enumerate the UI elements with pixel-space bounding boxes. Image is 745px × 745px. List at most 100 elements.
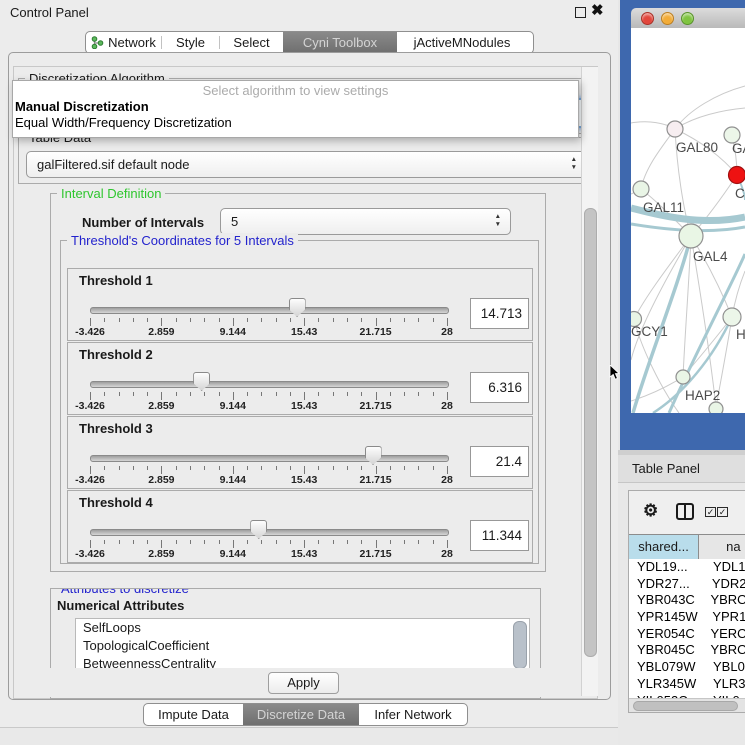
table-cell[interactable]: YDL1 [710,559,745,576]
threshold-row: Threshold 2 -3.4262.8599.14415.4321.7152… [67,342,533,415]
network-node[interactable] [679,224,703,248]
table-cell[interactable]: YBR045C [629,642,707,659]
threshold-slider-thumb[interactable] [289,298,306,317]
combo-arrows-icon: ▲▼ [571,156,577,172]
threshold-slider-track[interactable] [90,307,449,314]
network-node[interactable] [633,181,649,197]
minimize-traffic-light-icon[interactable] [661,12,674,25]
close-traffic-light-icon[interactable] [641,12,654,25]
network-node[interactable] [709,402,723,413]
algorithm-option-equal-width[interactable]: Equal Width/Frequency Discretization [13,115,578,131]
panel-title: Control Panel [10,4,89,22]
threshold-value-input[interactable]: 21.4 [470,446,529,477]
network-node[interactable] [729,167,745,184]
threshold-slider-thumb[interactable] [250,520,267,539]
bottom-tabbar: Impute Data Discretize Data Infer Networ… [143,703,468,726]
column-header-shared-name[interactable]: shared... [629,535,699,559]
table-cell[interactable]: YLR3 [710,676,745,693]
table-row[interactable]: YLR345WYLR3 [629,676,745,693]
threshold-value-input[interactable]: 6.316 [470,372,529,403]
threshold-tick-label: -3.426 [62,474,118,486]
apply-button[interactable]: Apply [268,672,339,694]
table-cell[interactable]: YBRO [707,592,745,609]
threshold-row: Threshold 1 -3.4262.8599.14415.4321.7152… [67,268,533,341]
table-cell[interactable]: YPR1 [709,609,745,626]
threshold-slider-track[interactable] [90,455,449,462]
threshold-tick-label: 28 [419,326,475,338]
tab-infer-network[interactable]: Infer Network [359,704,467,725]
panel-scrollbar-thumb[interactable] [584,208,597,657]
algorithm-option-manual[interactable]: Manual Discretization [13,99,578,115]
threshold-tick-label: -3.426 [62,548,118,560]
threshold-tick-label: 21.715 [348,548,404,560]
table-row[interactable]: YDR27...YDR2 [629,576,745,593]
table-data-combobox[interactable]: galFiltered.sif default node ▲▼ [26,151,587,178]
table-cell[interactable]: YBL079W [629,659,710,676]
number-of-intervals-value: 5 [221,214,238,229]
table-row[interactable]: YPR145WYPR1 [629,609,745,626]
checkbox-icon[interactable]: ✓ [705,507,716,517]
threshold-tick-label: 9.144 [205,400,261,412]
threshold-label: Threshold 3 [79,421,153,436]
threshold-slider-track[interactable] [90,529,449,536]
tab-network[interactable]: Network [86,32,161,53]
table-cell[interactable]: YBL0 [710,659,745,676]
attribute-list-item[interactable]: TopologicalCoefficient [76,637,529,655]
table-cell[interactable]: YDL19... [629,559,710,576]
network-node[interactable] [667,121,683,137]
table-rows[interactable]: YDL19...YDL1YDR27...YDR2YBR043CYBROYPR14… [629,559,745,698]
table-cell[interactable]: YDR27... [629,576,709,593]
table-row[interactable]: YDL19...YDL1 [629,559,745,576]
threshold-value-input[interactable]: 14.713 [470,298,529,329]
network-canvas[interactable]: GAL80GACGAL11GAL4GCY1HAHAP2 [631,28,745,413]
table-row[interactable]: YBL079WYBL0 [629,659,745,676]
attribute-list-item[interactable]: SelfLoops [76,619,529,637]
float-window-icon[interactable] [575,7,586,18]
threshold-tick-label: 15.43 [276,326,332,338]
threshold-tick-label: 28 [419,400,475,412]
threshold-slider-thumb[interactable] [193,372,210,391]
tab-impute-data[interactable]: Impute Data [144,704,243,725]
tab-style[interactable]: Style [162,32,219,53]
gear-icon[interactable]: ⚙ [643,501,658,521]
table-cell[interactable]: YPR145W [629,609,709,626]
table-cell[interactable]: YBRO [707,642,745,659]
threshold-tick-label: 9.144 [205,326,261,338]
network-window-titlebar[interactable] [631,8,745,29]
network-node[interactable] [676,370,690,384]
attributes-scrollbar[interactable] [513,621,527,669]
checkbox-icon[interactable]: ✓ [717,507,728,517]
table-row[interactable]: YER054CYERO [629,626,745,643]
number-of-intervals-spinner[interactable]: 5 ▲▼ [220,208,511,235]
threshold-slider-track[interactable] [90,381,449,388]
table-cell[interactable]: YBR043C [629,592,707,609]
network-node-label: GAL11 [643,200,684,215]
threshold-slider-thumb[interactable] [365,446,382,465]
column-header-name[interactable]: na [699,535,745,559]
table-cell[interactable]: YER054C [629,626,707,643]
mouse-cursor [609,365,621,381]
threshold-value-input[interactable]: 11.344 [470,520,529,551]
tab-cyni-toolbox[interactable]: Cyni Toolbox [283,32,397,53]
panel-scrollbar-track[interactable] [581,67,598,696]
zoom-traffic-light-icon[interactable] [681,12,694,25]
tab-jactivemnodules[interactable]: jActiveMNodules [397,32,527,53]
network-node-label: GA [732,141,745,156]
table-row[interactable]: YBR043CYBRO [629,592,745,609]
table-hscrollbar-track[interactable] [629,698,745,712]
table-cell[interactable]: YLR345W [629,676,710,693]
columns-icon[interactable] [676,503,694,520]
table-cell[interactable]: YDR2 [709,576,745,593]
table-hscrollbar-thumb[interactable] [633,701,738,711]
close-icon[interactable]: ✖ [591,1,604,21]
tab-select[interactable]: Select [220,32,283,53]
attributes-group-label: Attributes to discretize [57,588,193,596]
tab-discretize-data[interactable]: Discretize Data [243,704,359,725]
node-table: ⚙ ✓ ✓ shared... na YDL19...YDL1YDR27...Y… [628,490,745,713]
network-node[interactable] [723,308,741,326]
table-row[interactable]: YBR045CYBRO [629,642,745,659]
threshold-label: Threshold 1 [79,273,153,288]
table-cell[interactable]: YERO [707,626,745,643]
algorithm-prompt-item[interactable]: Select algorithm to view settings [13,81,578,99]
threshold-tick-label: 9.144 [205,474,261,486]
